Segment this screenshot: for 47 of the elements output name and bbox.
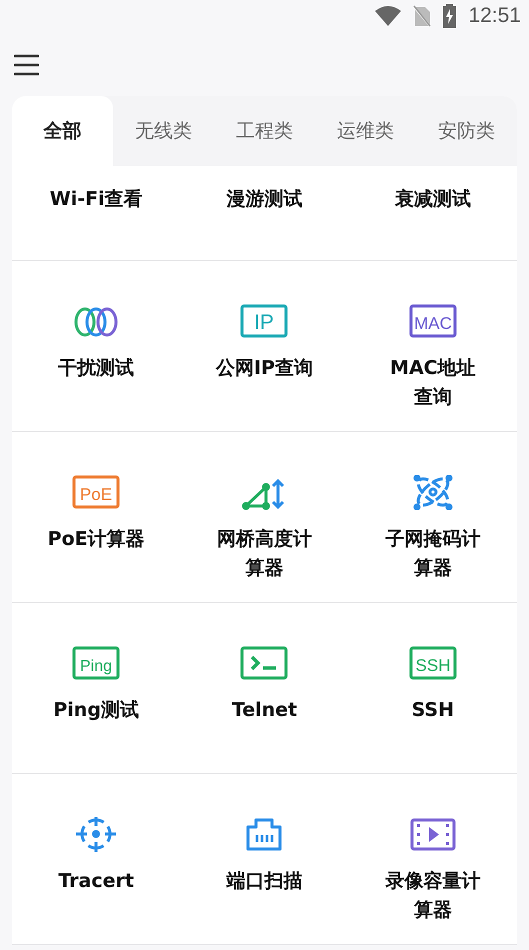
tool-label: Tracert [57,869,135,894]
tool-label: 录像容量计算器 [384,869,482,923]
tool-tile[interactable]: MAC MAC地址查询 [348,261,517,432]
tool-label: Telnet [230,698,298,723]
category-tab[interactable]: 安防类 [416,96,517,166]
icon-label: MAC [414,314,452,333]
icon-label: SSH [415,656,450,675]
tool-label: SSH [410,698,456,723]
tool-tile[interactable]: Ping Ping测试 [12,603,180,774]
tool-label: 漫游测试 [226,187,302,212]
tool-label: Ping测试 [52,698,140,723]
icon-label: Ping [80,658,112,675]
tool-label: 端口扫描 [225,869,304,894]
tool-label: 公网IP查询 [214,356,314,381]
tool-tile[interactable]: 网桥高度计算器 [180,432,349,603]
tool-label: 网桥高度计算器 [216,527,313,581]
tool-tile[interactable]: Wi-Fi查看 [12,166,180,261]
terminal-icon [240,646,288,681]
tool-tile[interactable]: 干扰测试 [12,261,180,432]
tool-label: MAC地址查询 [389,356,477,410]
category-tab[interactable]: 无线类 [113,96,214,166]
tool-tile[interactable]: 衰减测试 [348,166,517,261]
tool-label: 子网掩码计算器 [384,527,482,581]
video-icon [408,817,457,852]
category-tab[interactable]: 运维类 [315,96,416,166]
wifi-icon [375,6,402,26]
tool-label: 干扰测试 [57,356,136,381]
clock: 12:51 [468,4,521,28]
tool-tile[interactable]: Telnet [180,603,349,774]
tool-tile[interactable]: 漫游测试 [180,166,349,261]
tool-label: Wi-Fi查看 [50,187,143,212]
tool-tile[interactable]: IP 公网IP查询 [180,261,349,432]
category-tab[interactable]: 全部 [12,96,113,166]
tool-tile[interactable]: SSH SSH [348,603,517,774]
battery-icon [443,4,456,28]
icon-label: PoE [80,485,112,504]
tool-label: PoE计算器 [46,527,146,552]
tool-label: 衰减测试 [394,187,471,212]
category-tab[interactable]: 工程类 [214,96,315,166]
tool-tile[interactable]: Tracert [12,774,180,945]
icon-label: IP [254,311,274,334]
menu-icon[interactable] [14,54,39,76]
tool-tile[interactable]: 录像容量计算器 [348,774,517,945]
tool-tile[interactable]: 端口扫描 [180,774,349,945]
tool-tile[interactable]: 子网掩码计算器 [348,432,517,603]
no-sim-icon [413,5,432,27]
tool-tile[interactable]: PoE PoE计算器 [12,432,180,603]
